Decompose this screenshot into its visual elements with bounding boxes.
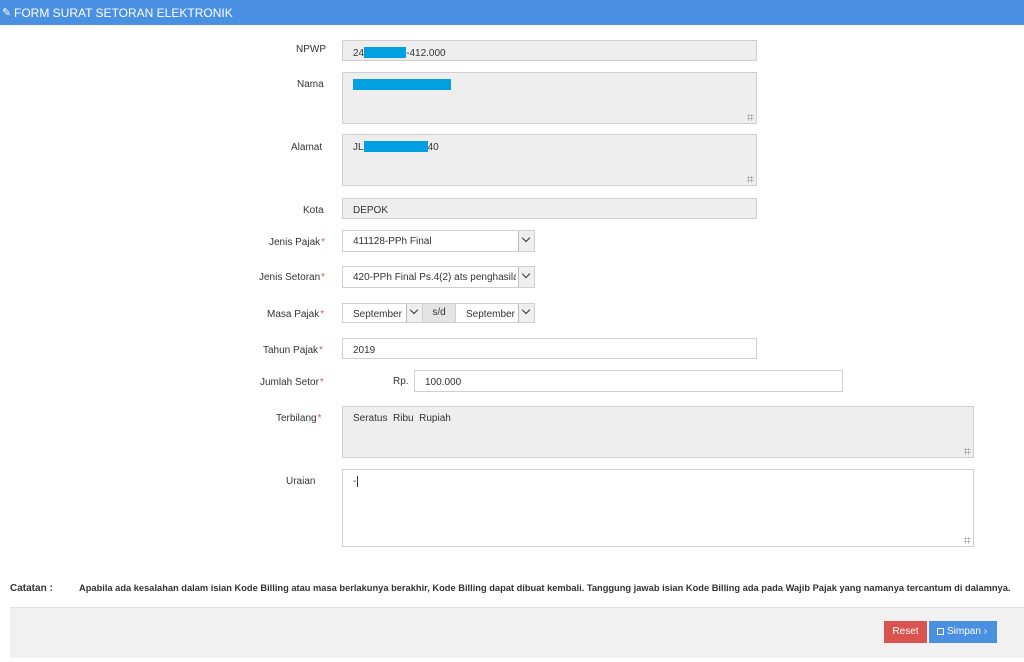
- nama-label: Nama: [297, 79, 324, 90]
- resize-handle-icon[interactable]: [747, 114, 754, 121]
- masa-pajak-from-select[interactable]: September: [342, 303, 423, 323]
- form-header: ✎ FORM SURAT SETORAN ELEKTRONIK: [0, 0, 1024, 25]
- jenis-setoran-select[interactable]: 420-PPh Final Ps.4(2) ats penghasilan y: [342, 266, 535, 288]
- masa-pajak-to-select[interactable]: September: [455, 303, 535, 323]
- resize-handle-icon[interactable]: [964, 448, 971, 455]
- tahun-pajak-label: Tahun Pajak*: [263, 345, 323, 356]
- uraian-textarea[interactable]: -: [342, 469, 974, 547]
- resize-handle-icon[interactable]: [964, 537, 971, 544]
- chevron-right-icon: ›: [983, 626, 988, 637]
- chevron-down-icon[interactable]: [518, 267, 534, 287]
- uraian-label: Uraian: [286, 476, 316, 487]
- redacted-block: [364, 47, 407, 58]
- chevron-down-icon[interactable]: [518, 231, 534, 251]
- jumlah-setor-input[interactable]: 100.000: [414, 370, 843, 392]
- jenis-pajak-label: Jenis Pajak*: [269, 237, 326, 248]
- chevron-down-icon[interactable]: [406, 304, 422, 322]
- masa-pajak-separator: s/d: [423, 303, 455, 323]
- resize-handle-icon[interactable]: [747, 176, 754, 183]
- save-button[interactable]: Simpan ›: [929, 621, 997, 643]
- reset-button[interactable]: Reset: [884, 621, 927, 643]
- save-icon: [937, 628, 944, 635]
- npwp-label: NPWP: [296, 44, 326, 55]
- kota-label: Kota: [303, 205, 324, 216]
- jenis-setoran-label: Jenis Setoran*: [259, 272, 326, 283]
- edit-icon: ✎: [2, 7, 12, 19]
- terbilang-field[interactable]: Seratus Ribu Rupiah: [342, 406, 974, 458]
- kota-field[interactable]: DEPOK: [342, 198, 757, 219]
- chevron-down-icon[interactable]: [518, 304, 534, 322]
- masa-pajak-label: Masa Pajak*: [267, 309, 325, 320]
- note-label: Catatan :: [10, 583, 53, 594]
- redacted-block: [353, 79, 451, 90]
- tahun-pajak-input[interactable]: 2019: [342, 338, 757, 359]
- jenis-pajak-select[interactable]: 411128-PPh Final: [342, 230, 535, 252]
- alamat-label: Alamat: [291, 142, 323, 153]
- npwp-field[interactable]: 24 -412.000: [342, 40, 757, 61]
- form-footer: [10, 607, 1024, 658]
- note-text: Apabila ada kesalahan dalam isian Kode B…: [79, 583, 1011, 593]
- terbilang-label: Terbilang*: [276, 413, 322, 424]
- form-title: FORM SURAT SETORAN ELEKTRONIK: [14, 6, 233, 20]
- redacted-block: [363, 141, 428, 152]
- nama-field[interactable]: [342, 72, 757, 124]
- currency-label: Rp.: [393, 376, 409, 387]
- jumlah-setor-label: Jumlah Setor*: [260, 377, 324, 388]
- alamat-field[interactable]: JL 40: [342, 134, 757, 186]
